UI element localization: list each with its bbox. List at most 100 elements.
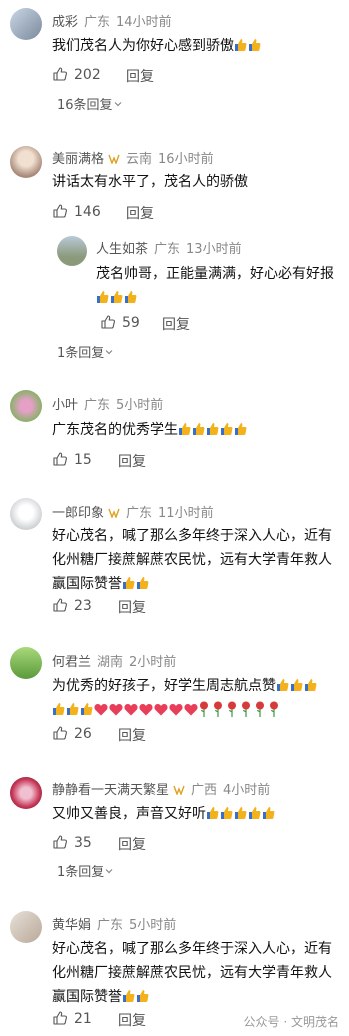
thumbs-up-icon[interactable] bbox=[52, 725, 68, 741]
watermark: 公众号 · 文明茂名 bbox=[243, 1015, 339, 1029]
thumbs-up-emoji bbox=[80, 702, 93, 716]
comment-actions: 26 回复 bbox=[52, 725, 252, 745]
thumbs-up-emoji bbox=[136, 576, 149, 590]
timestamp: 2小时前 bbox=[129, 655, 177, 670]
thumbs-up-emoji bbox=[276, 678, 289, 692]
timestamp: 11小时前 bbox=[158, 506, 214, 521]
username[interactable]: 美丽满格 bbox=[52, 152, 104, 167]
reply-avatar[interactable] bbox=[57, 236, 87, 266]
timestamp: 14小时前 bbox=[116, 15, 172, 30]
like-count: 26 bbox=[74, 726, 92, 742]
view-replies-button[interactable]: 1条回复 bbox=[57, 342, 114, 361]
comment-text: 广东茂名的优秀学生 bbox=[52, 418, 248, 442]
rose-emoji bbox=[227, 701, 237, 717]
username[interactable]: 小叶 bbox=[52, 398, 78, 413]
avatar[interactable] bbox=[10, 911, 42, 943]
heart-emoji bbox=[94, 703, 108, 716]
avatar[interactable] bbox=[10, 777, 42, 809]
comment-item: 美丽满格 云南 16小时前 讲话太有水平了，茂名人的骄傲 146 回复 人生如茶 广东… bbox=[0, 140, 349, 370]
reply-button[interactable]: 回复 bbox=[118, 451, 146, 471]
avatar[interactable] bbox=[10, 390, 42, 422]
location: 广东 bbox=[126, 506, 153, 521]
thumbs-up-emoji bbox=[290, 678, 303, 692]
chevron-down-icon bbox=[113, 99, 123, 109]
thumbs-up-emoji bbox=[110, 290, 123, 304]
thumbs-up-emoji bbox=[234, 806, 247, 820]
thumbs-up-emoji bbox=[122, 989, 135, 1003]
timestamp: 5小时前 bbox=[129, 918, 177, 933]
like-count: 35 bbox=[74, 835, 92, 851]
thumbs-up-emoji bbox=[248, 38, 261, 52]
thumbs-up-icon[interactable] bbox=[52, 203, 68, 219]
comment-meta: 何君兰 湖南 2小时前 bbox=[52, 651, 176, 670]
thumbs-up-emoji bbox=[248, 806, 261, 820]
thumbs-up-icon[interactable] bbox=[52, 834, 68, 850]
comment-meta: 一郎印象 广东 11小时前 bbox=[52, 502, 214, 521]
username[interactable]: 静静看一天满天繁星 bbox=[52, 783, 169, 798]
like-count: 146 bbox=[74, 204, 101, 220]
reply-button[interactable]: 回复 bbox=[126, 66, 154, 86]
timestamp: 4小时前 bbox=[223, 783, 271, 798]
comment-actions: 15 回复 bbox=[52, 451, 252, 471]
thumbs-up-icon[interactable] bbox=[52, 1010, 68, 1026]
reply-text: 茂名帅哥，正能量满满，好心必有好报 bbox=[96, 262, 346, 310]
username[interactable]: 一郎印象 bbox=[52, 506, 104, 521]
chevron-down-icon bbox=[104, 347, 114, 357]
reply-button[interactable]: 回复 bbox=[162, 314, 190, 334]
avatar[interactable] bbox=[10, 498, 42, 530]
vip-badge-icon bbox=[173, 785, 185, 795]
avatar[interactable] bbox=[10, 8, 42, 40]
avatar[interactable] bbox=[10, 647, 42, 679]
like-count: 23 bbox=[74, 598, 92, 614]
thumbs-up-icon[interactable] bbox=[52, 597, 68, 613]
timestamp: 13小时前 bbox=[186, 242, 242, 257]
reply-meta: 人生如茶 广东 13小时前 bbox=[96, 238, 242, 257]
comment-text: 为优秀的好孩子，好学生周志航点赞 bbox=[52, 674, 346, 722]
thumbs-up-icon[interactable] bbox=[52, 451, 68, 467]
comment-item: 何君兰 湖南 2小时前 为优秀的好孩子，好学生周志航点赞 26 回复 bbox=[0, 643, 349, 753]
thumbs-up-emoji bbox=[220, 806, 233, 820]
username[interactable]: 黄华娟 bbox=[52, 918, 91, 933]
heart-emoji bbox=[169, 703, 183, 716]
view-replies-button[interactable]: 1条回复 bbox=[57, 861, 114, 880]
reply-button[interactable]: 回复 bbox=[118, 597, 146, 617]
comment-meta: 美丽满格 云南 16小时前 bbox=[52, 148, 214, 167]
comment-actions: 35 回复 bbox=[52, 834, 252, 854]
thumbs-up-emoji bbox=[304, 678, 317, 692]
thumbs-up-icon[interactable] bbox=[52, 66, 68, 82]
thumbs-up-emoji bbox=[206, 806, 219, 820]
rose-emoji bbox=[269, 701, 279, 717]
thumbs-up-emoji bbox=[262, 806, 275, 820]
like-count: 21 bbox=[74, 1011, 92, 1027]
timestamp: 16小时前 bbox=[158, 152, 214, 167]
reply-button[interactable]: 回复 bbox=[118, 834, 146, 854]
reply-button[interactable]: 回复 bbox=[118, 1010, 146, 1030]
location: 湖南 bbox=[97, 655, 124, 670]
thumbs-up-emoji bbox=[234, 422, 247, 436]
rose-emoji bbox=[255, 701, 265, 717]
vip-badge-icon bbox=[108, 508, 120, 518]
avatar[interactable] bbox=[10, 146, 42, 178]
location: 云南 bbox=[126, 152, 153, 167]
rose-emoji bbox=[213, 701, 223, 717]
view-replies-button[interactable]: 16条回复 bbox=[57, 94, 123, 113]
comment-text: 又帅又善良，声音又好听 bbox=[52, 802, 276, 826]
reply-button[interactable]: 回复 bbox=[118, 725, 146, 745]
thumbs-up-emoji bbox=[66, 702, 79, 716]
thumbs-up-icon[interactable] bbox=[100, 314, 116, 330]
username[interactable]: 何君兰 bbox=[52, 655, 91, 670]
comment-item: 小叶 广东 5小时前 广东茂名的优秀学生 15 回复 bbox=[0, 385, 349, 475]
location: 广东 bbox=[154, 242, 181, 257]
timestamp: 5小时前 bbox=[116, 398, 164, 413]
rose-emoji bbox=[241, 701, 251, 717]
username[interactable]: 人生如茶 bbox=[96, 242, 148, 257]
thumbs-up-emoji bbox=[234, 38, 247, 52]
location: 广东 bbox=[84, 398, 111, 413]
username[interactable]: 成彩 bbox=[52, 15, 78, 30]
comment-meta: 成彩 广东 14小时前 bbox=[52, 11, 172, 30]
reply-button[interactable]: 回复 bbox=[126, 203, 154, 223]
comment-item: 成彩 广东 14小时前 我们茂名人为你好心感到骄傲 202 回复 16条回复 bbox=[0, 0, 349, 120]
heart-emoji bbox=[109, 703, 123, 716]
thumbs-up-emoji bbox=[124, 290, 137, 304]
comment-actions: 146 回复 bbox=[52, 203, 252, 223]
